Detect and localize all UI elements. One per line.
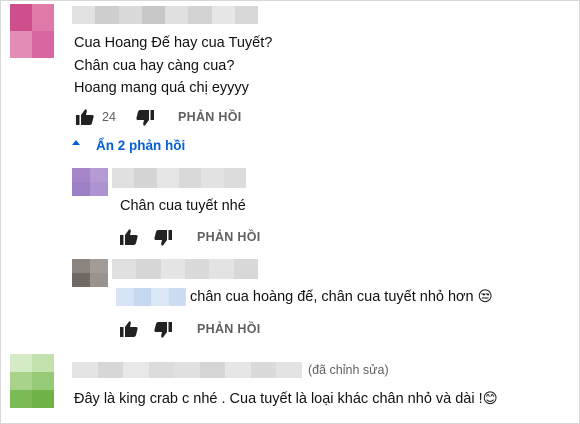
- like-count: 24: [102, 110, 116, 124]
- reply-button[interactable]: PHẢN HỒI: [197, 322, 261, 336]
- thumbs-up-icon[interactable]: [120, 229, 138, 245]
- smile-emoji: 😊: [482, 391, 498, 407]
- comment-text-line: Chân cua hay càng cua?: [74, 58, 235, 74]
- edited-label: (đã chỉnh sửa): [308, 363, 389, 377]
- username-blurred[interactable]: [72, 362, 302, 378]
- comment-text-line: Cua Hoang Đế hay cua Tuyết?: [74, 35, 273, 51]
- reply-button[interactable]: PHẢN HỒI: [178, 110, 242, 124]
- avatar[interactable]: [10, 354, 54, 408]
- reply-text: Chân cua tuyết nhé: [120, 198, 246, 214]
- username-blurred[interactable]: [112, 259, 258, 279]
- avatar[interactable]: [10, 4, 54, 58]
- username-blurred[interactable]: [72, 6, 258, 24]
- thumbs-down-icon[interactable]: [136, 110, 154, 126]
- hide-replies-toggle[interactable]: Ẩn 2 phản hồi: [72, 138, 202, 158]
- avatar[interactable]: [72, 168, 108, 196]
- thumbs-down-icon[interactable]: [154, 230, 172, 246]
- username-blurred[interactable]: [112, 168, 246, 188]
- reply-text-content: chân cua hoàng đế, chân cua tuyết nhỏ hơ…: [190, 289, 474, 305]
- unamused-emoji: 😒: [477, 289, 493, 305]
- comment-text-content: Đây là king crab c nhé . Cua tuyết là lo…: [74, 391, 483, 407]
- reply-button[interactable]: PHẢN HỒI: [197, 230, 261, 244]
- mention-blurred[interactable]: [116, 288, 186, 306]
- thumbs-up-icon[interactable]: [76, 109, 94, 125]
- hide-replies-label: Ẩn 2 phản hồi: [96, 138, 186, 153]
- thumbs-down-icon[interactable]: [154, 322, 172, 338]
- comment-text-line: Hoang mang quá chị eyyyy: [74, 80, 249, 96]
- reply-text: chân cua hoàng đế, chân cua tuyết nhỏ hơ…: [190, 289, 493, 305]
- thumbs-up-icon[interactable]: [120, 321, 138, 337]
- comment-text: Đây là king crab c nhé . Cua tuyết là lo…: [74, 391, 498, 407]
- caret-up-icon: [72, 140, 80, 145]
- avatar[interactable]: [72, 259, 108, 287]
